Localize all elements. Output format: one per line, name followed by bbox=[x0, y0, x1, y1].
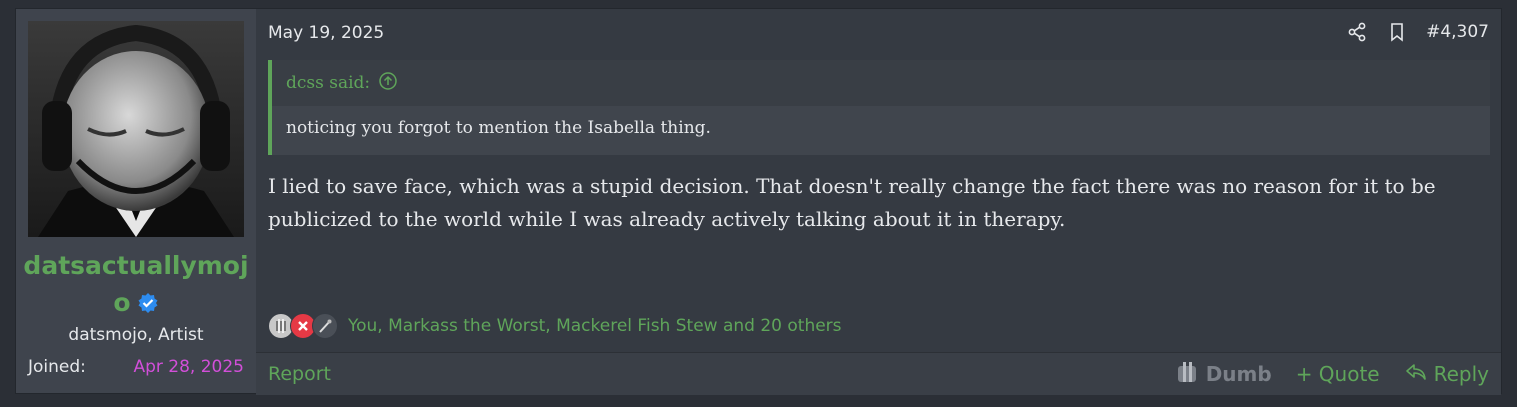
user-title: datsmojo, Artist bbox=[68, 325, 204, 345]
avatar[interactable] bbox=[28, 21, 244, 237]
post-footer: Report Dumb + Quote Reply bbox=[256, 352, 1501, 395]
share-icon[interactable] bbox=[1346, 21, 1368, 43]
footer-actions: Dumb + Quote Reply bbox=[1176, 360, 1489, 389]
report-link[interactable]: Report bbox=[268, 363, 331, 385]
post-main: May 19, 2025 #4,307 dcss said: noticing … bbox=[256, 9, 1501, 395]
joined-label: Joined: bbox=[28, 357, 86, 377]
reply-button[interactable]: Reply bbox=[1404, 360, 1489, 389]
dumb-icon bbox=[1176, 360, 1200, 389]
quote-text: noticing you forgot to mention the Isabe… bbox=[272, 106, 1490, 155]
bookmark-icon[interactable] bbox=[1386, 21, 1408, 43]
post-message: I lied to save face, which was a stupid … bbox=[268, 174, 1436, 231]
quote-block: dcss said: noticing you forgot to mentio… bbox=[268, 60, 1490, 155]
post-actions-top: #4,307 bbox=[1346, 21, 1489, 43]
reply-icon bbox=[1404, 360, 1428, 389]
joined-date: Apr 28, 2025 bbox=[133, 357, 244, 377]
post-date[interactable]: May 19, 2025 bbox=[268, 23, 384, 43]
post-number-link[interactable]: #4,307 bbox=[1426, 22, 1489, 42]
reaction-icons[interactable] bbox=[268, 313, 338, 339]
jump-up-icon[interactable] bbox=[378, 71, 398, 96]
dumb-reaction-button[interactable]: Dumb bbox=[1176, 360, 1272, 389]
forum-post: datsactuallymojo datsmojo, Artist Joined… bbox=[15, 8, 1502, 395]
dumb-label: Dumb bbox=[1205, 362, 1272, 386]
reply-label: Reply bbox=[1433, 362, 1489, 386]
username[interactable]: datsactuallymojo bbox=[16, 247, 256, 321]
quote-header[interactable]: dcss said: bbox=[272, 60, 1490, 106]
reactions-bar[interactable]: You, Markass the Worst, Mackerel Fish St… bbox=[268, 313, 842, 339]
quote-author[interactable]: dcss said: bbox=[286, 73, 370, 93]
verified-badge-icon bbox=[137, 287, 159, 313]
reactions-list-link[interactable]: You, Markass the Worst, Mackerel Fish St… bbox=[348, 316, 842, 336]
pipe-icon[interactable] bbox=[312, 313, 338, 339]
quote-button[interactable]: + Quote bbox=[1296, 362, 1380, 386]
user-info-panel: datsactuallymojo datsmojo, Artist Joined… bbox=[16, 9, 256, 393]
